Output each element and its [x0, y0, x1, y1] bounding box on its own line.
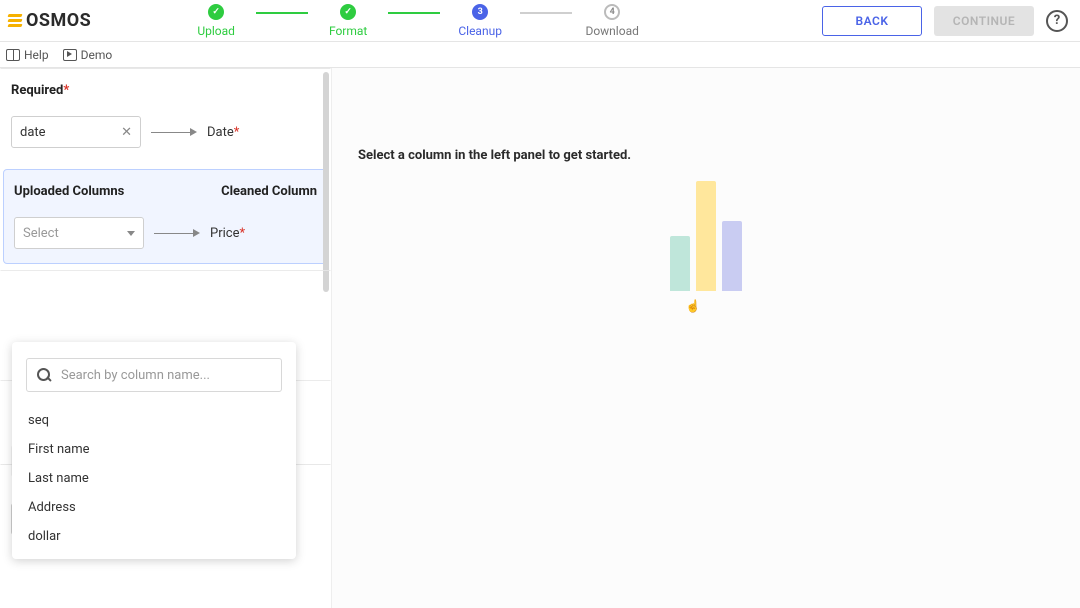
- dropdown-option[interactable]: dollar: [26, 522, 282, 551]
- step-number: 4: [604, 4, 620, 20]
- back-button[interactable]: BACK: [822, 6, 922, 36]
- date-target: Date*: [207, 125, 239, 140]
- dropdown-option[interactable]: Address: [26, 493, 282, 522]
- step-label: Format: [329, 24, 367, 38]
- step-cleanup[interactable]: 3 Cleanup: [440, 4, 520, 38]
- cursor-icon: ☝: [686, 299, 701, 313]
- column-dropdown: seqFirst nameLast nameAddressdollar: [12, 342, 296, 559]
- uploaded-columns-header: Uploaded Columns: [14, 184, 124, 199]
- step-connector: [256, 12, 308, 14]
- arrow-icon: [154, 229, 200, 237]
- check-icon: ✓: [208, 4, 224, 20]
- source-column-select[interactable]: Select: [14, 217, 144, 249]
- empty-state-prompt: Select a column in the left panel to get…: [358, 148, 631, 163]
- logo-mark-icon: [8, 14, 22, 27]
- bar-icon: [722, 221, 742, 291]
- help-icon[interactable]: ?: [1046, 10, 1068, 32]
- demo-label: Demo: [81, 48, 113, 62]
- step-format[interactable]: ✓ Format: [308, 4, 388, 38]
- mapping-section-price: Uploaded Columns Cleaned Column Select P…: [3, 169, 328, 264]
- step-label: Download: [585, 24, 638, 38]
- date-value: date: [20, 125, 121, 140]
- brand-text: OSMOS: [26, 10, 91, 31]
- step-label: Cleanup: [458, 24, 502, 38]
- search-field[interactable]: [61, 368, 271, 383]
- arrow-icon: [151, 128, 197, 136]
- continue-button[interactable]: CONTINUE: [934, 6, 1034, 36]
- right-panel: Select a column in the left panel to get…: [332, 68, 1080, 608]
- step-label: Upload: [197, 24, 235, 38]
- column-search-input[interactable]: [26, 358, 282, 392]
- step-number: 3: [472, 4, 488, 20]
- scrollbar[interactable]: [323, 72, 329, 292]
- dropdown-option[interactable]: seq: [26, 406, 282, 435]
- step-connector: [520, 12, 572, 14]
- demo-link[interactable]: Demo: [63, 48, 113, 62]
- help-link[interactable]: Help: [6, 48, 49, 62]
- step-download[interactable]: 4 Download: [572, 4, 652, 38]
- chevron-down-icon: [127, 231, 135, 236]
- bar-icon: [696, 181, 716, 291]
- date-source-input[interactable]: date ✕: [11, 116, 141, 148]
- price-target: Price*: [210, 226, 245, 241]
- search-icon: [37, 368, 51, 382]
- left-panel: Required* date ✕ Date* Uploaded Columns …: [0, 68, 332, 608]
- logo: OSMOS: [8, 10, 91, 31]
- progress-steps: ✓ Upload ✓ Format 3 Cleanup 4 Download: [176, 4, 652, 38]
- dropdown-options: seqFirst nameLast nameAddressdollar: [26, 406, 282, 551]
- dropdown-option[interactable]: First name: [26, 435, 282, 464]
- step-upload[interactable]: ✓ Upload: [176, 4, 256, 38]
- bars-illustration: [670, 181, 742, 291]
- cleaned-column-header: Cleaned Column: [221, 184, 317, 199]
- required-section: Required* date ✕ Date*: [0, 68, 331, 163]
- dropdown-option[interactable]: Last name: [26, 464, 282, 493]
- required-asterisk: *: [63, 83, 69, 98]
- step-connector: [388, 12, 440, 14]
- check-icon: ✓: [340, 4, 356, 20]
- required-label: Required: [11, 83, 63, 98]
- play-icon: [63, 49, 77, 61]
- select-placeholder: Select: [23, 226, 59, 241]
- book-icon: [6, 49, 20, 61]
- help-label: Help: [24, 48, 49, 62]
- clear-icon[interactable]: ✕: [121, 125, 132, 140]
- bar-icon: [670, 236, 690, 291]
